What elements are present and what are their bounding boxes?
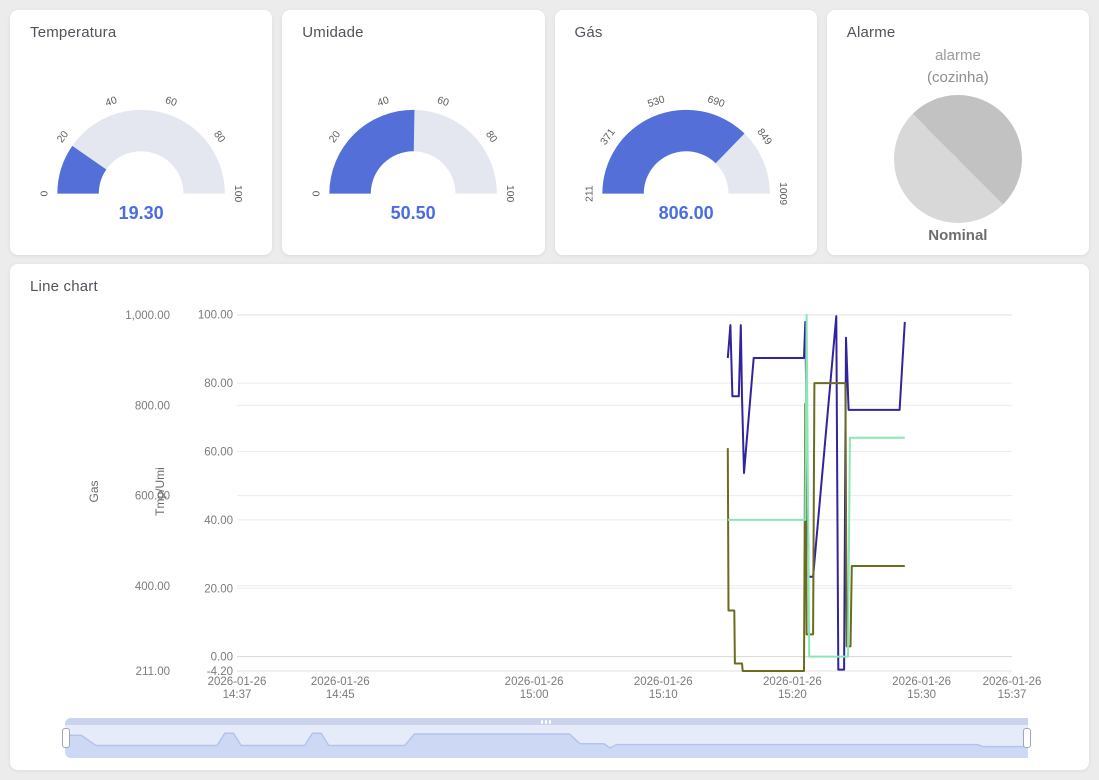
gauge-value-arc — [602, 110, 744, 194]
y-axis-tmp-tick: 20.00 — [204, 583, 233, 595]
y-axis-gas-tick: 400.00 — [135, 581, 170, 593]
alarm-status-label: Nominal — [928, 227, 987, 244]
gauge-tick-label: 80 — [483, 129, 499, 145]
alarm-device-name: alarme — [935, 45, 981, 67]
widget-line-chart: Line chart 1,000.00800.00600.00400.00211… — [10, 264, 1089, 770]
scrollbar-preview-chart — [65, 725, 1028, 758]
gas-gauge: 211 371 530 690 849 1009 806.00 — [569, 41, 803, 243]
widget-title-line-chart: Line chart — [30, 278, 1075, 295]
widget-alarme: Alarme alarme (cozinha) Nominal — [827, 10, 1089, 255]
x-axis-tick: 2026-01-2614:45 — [311, 676, 370, 701]
line-chart-plot[interactable]: 1,000.00800.00600.00400.00211.00Gas100.0… — [24, 299, 1075, 711]
gauge-tick-label: 100 — [504, 185, 515, 203]
gauge-tick-label: 530 — [646, 94, 666, 110]
scrollbar-drag-strip[interactable] — [65, 718, 1028, 725]
y-axis-gas-tick: 800.00 — [135, 400, 170, 412]
gauge-tick-label: 60 — [436, 95, 451, 109]
x-axis-tick: 2026-01-2615:30 — [892, 676, 951, 701]
scrollbar-selected-range[interactable] — [65, 718, 1028, 758]
gauge-tick-label: 100 — [232, 185, 243, 203]
time-window-scrollbar[interactable] — [65, 718, 1072, 758]
scrollbar-left-handle[interactable] — [62, 728, 70, 748]
y-axis-gas-tick: 1,000.00 — [125, 310, 170, 322]
alarm-body: alarme (cozinha) Nominal — [841, 45, 1075, 244]
y-axis-tmp-tick: 60.00 — [204, 447, 233, 459]
top-widget-row: Temperatura 0 20 40 60 80 100 19.30 Umidade 0 2… — [10, 10, 1089, 255]
widget-title-gas: Gás — [575, 24, 803, 41]
gauge-tick-label: 1009 — [776, 182, 787, 205]
alarm-device-location: (cozinha) — [927, 67, 989, 88]
x-axis-tick: 2026-01-2615:20 — [763, 676, 822, 701]
widget-title-temperatura: Temperatura — [30, 24, 258, 41]
drag-handle-dots-icon — [545, 720, 547, 724]
series-umidade-line — [728, 315, 905, 657]
y-axis-tmp-title: Tmp/Umi — [153, 467, 167, 516]
gauge-tick-label: 80 — [211, 129, 227, 145]
drag-handle-dots-icon — [549, 720, 551, 724]
gauge-tick-label: 60 — [164, 95, 179, 109]
gauge-tick-label: 849 — [754, 127, 773, 148]
y-axis-tmp-tick: 100.00 — [198, 310, 233, 322]
series-gas-line — [728, 316, 905, 669]
y-axis-tmp-tick: 0.00 — [211, 652, 233, 664]
gauge-value-label: 50.50 — [391, 203, 436, 223]
dashboard: Temperatura 0 20 40 60 80 100 19.30 Umidade 0 2… — [0, 0, 1099, 780]
x-axis-tick: 2026-01-2615:10 — [634, 676, 693, 701]
line-chart-svg: 1,000.00800.00600.00400.00211.00Gas100.0… — [24, 299, 1075, 711]
gauge-tick-label: 0 — [39, 191, 50, 197]
x-axis-tick: 2026-01-2615:37 — [983, 676, 1042, 701]
gauge-svg: 0 20 40 60 80 100 50.50 — [296, 65, 530, 243]
gauge-value-label: 806.00 — [658, 203, 713, 223]
gauge-tick-label: 20 — [328, 129, 344, 145]
gauge-tick-label: 40 — [104, 95, 119, 109]
y-axis-tmp-tick: 40.00 — [204, 515, 233, 527]
y-axis-tmp-tick: 80.00 — [204, 378, 233, 390]
gauge-svg: 211 371 530 690 849 1009 806.00 — [569, 65, 803, 243]
drag-handle-dots-icon — [541, 720, 543, 724]
umidade-gauge: 0 20 40 60 80 100 50.50 — [296, 41, 530, 243]
gauge-tick-label: 690 — [705, 94, 725, 110]
gauge-tick-label: 20 — [55, 129, 71, 145]
gauge-tick-label: 211 — [584, 185, 595, 202]
scrollbar-preview-svg — [65, 725, 1028, 758]
temperatura-gauge: 0 20 40 60 80 100 19.30 — [24, 41, 258, 243]
y-axis-gas-title: Gas — [87, 480, 101, 502]
series-temperatura-line — [728, 383, 905, 671]
alarm-status-circle — [894, 95, 1022, 223]
y-axis-gas-tick: 211.00 — [136, 666, 170, 678]
widget-title-alarme: Alarme — [847, 24, 1075, 41]
widget-umidade: Umidade 0 20 40 60 80 100 50.50 — [282, 10, 544, 255]
gauge-value-arc — [330, 110, 415, 194]
scrollbar-right-handle[interactable] — [1023, 728, 1031, 748]
widget-title-umidade: Umidade — [302, 24, 530, 41]
gauge-tick-label: 371 — [598, 127, 617, 148]
x-axis-tick: 2026-01-2615:00 — [505, 676, 564, 701]
x-axis-tick: 2026-01-2614:37 — [208, 676, 267, 701]
gauge-tick-label: 0 — [312, 191, 323, 197]
gauge-tick-label: 40 — [376, 95, 391, 109]
widget-temperatura: Temperatura 0 20 40 60 80 100 19.30 — [10, 10, 272, 255]
gauge-value-label: 19.30 — [119, 203, 164, 223]
widget-gas: Gás 211 371 530 690 849 1009 806.00 — [555, 10, 817, 255]
gauge-svg: 0 20 40 60 80 100 19.30 — [24, 65, 258, 243]
